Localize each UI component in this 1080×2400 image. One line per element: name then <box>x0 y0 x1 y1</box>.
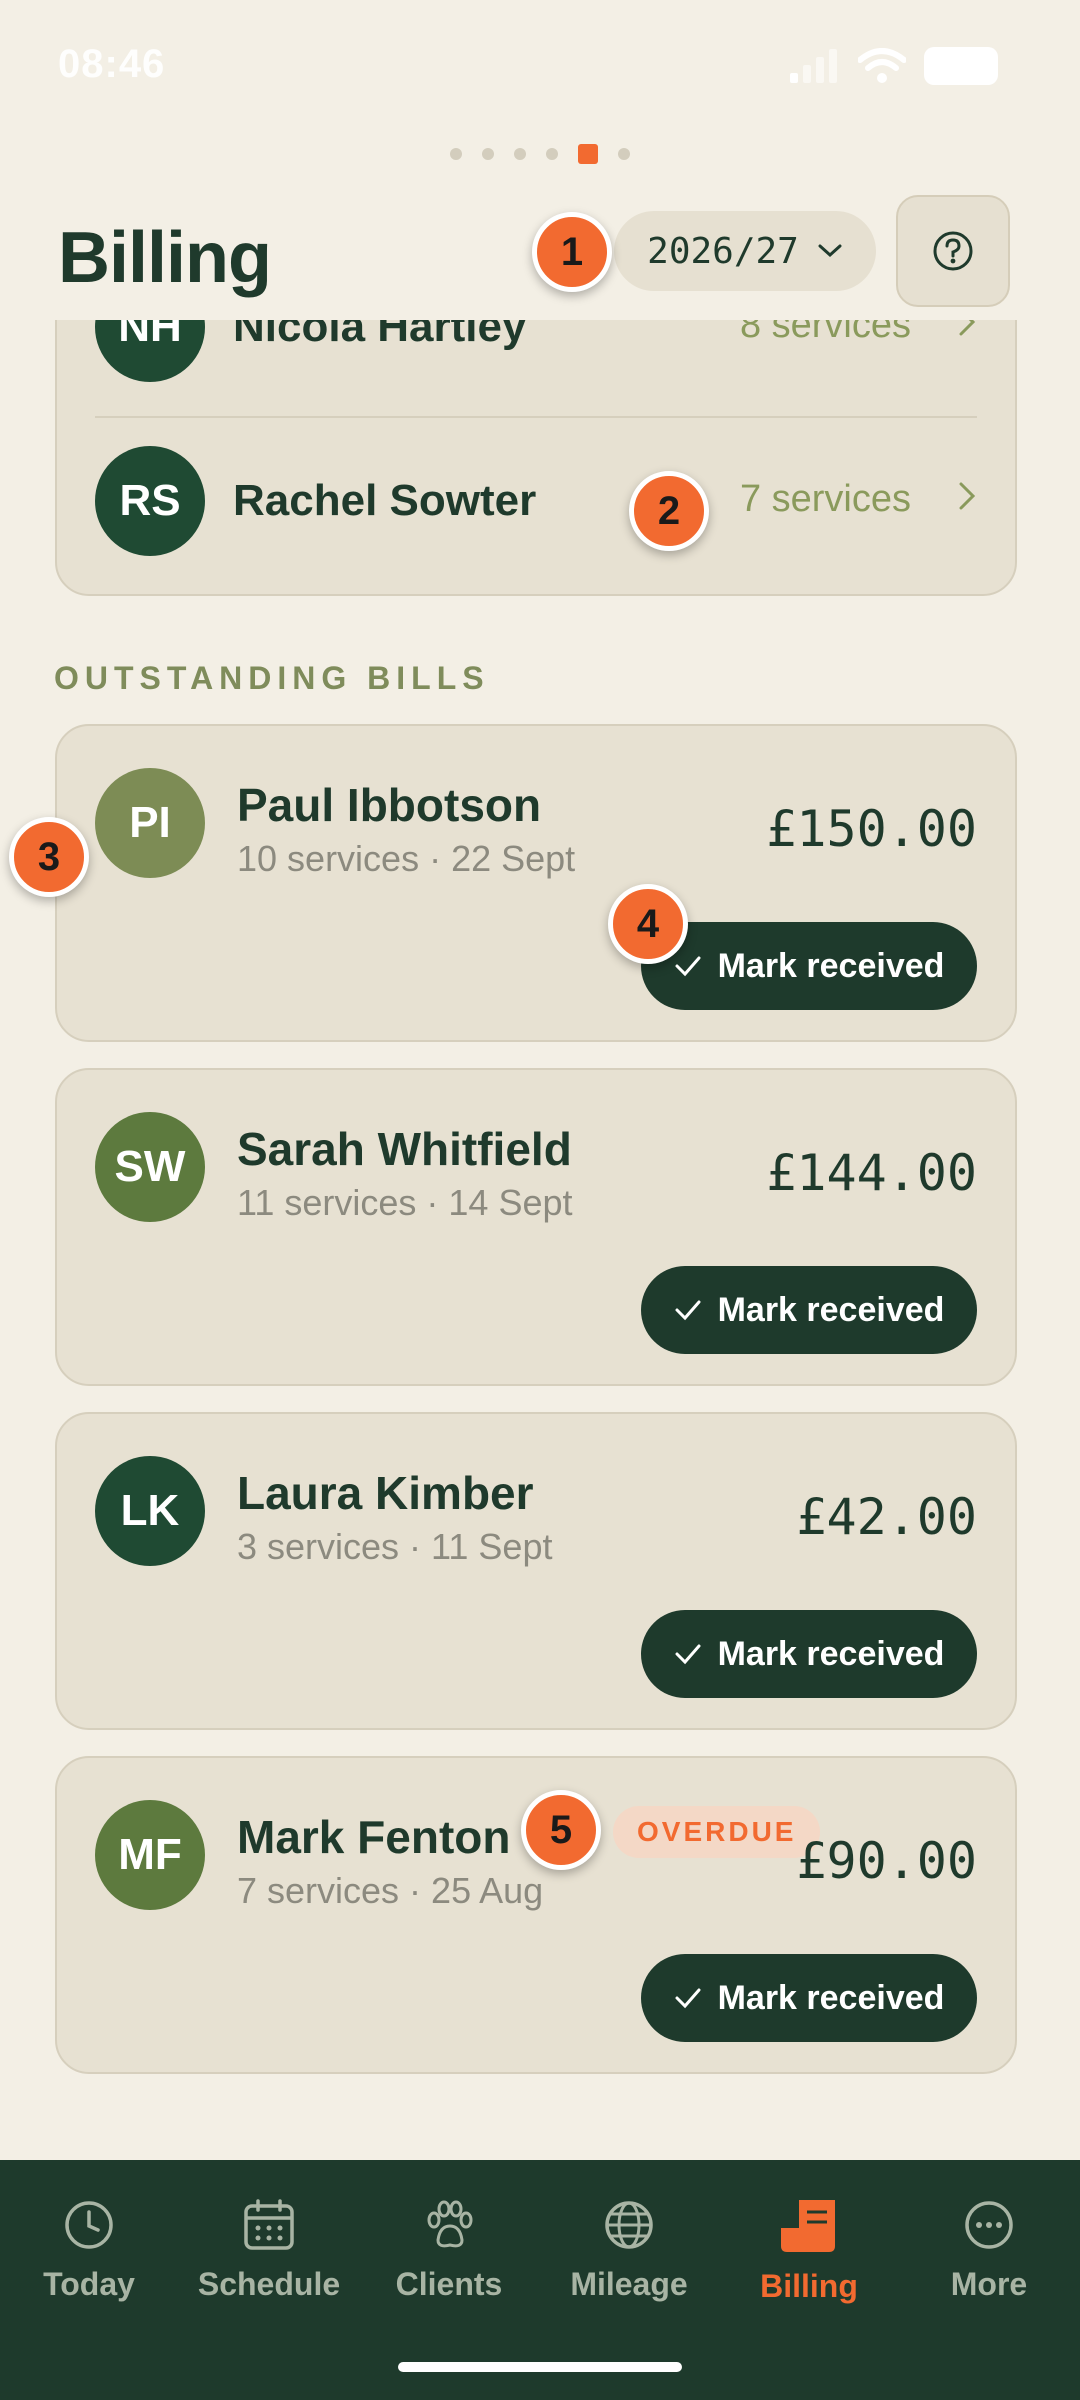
services-count: 8 services <box>739 320 911 346</box>
client-name: Rachel Sowter <box>233 476 537 525</box>
page-title: Billing <box>58 218 272 298</box>
client-name: Paul Ibbotson <box>237 779 542 831</box>
home-indicator <box>398 2362 682 2372</box>
bill-amount: £150.00 <box>766 800 977 858</box>
page-indicator <box>0 144 1080 164</box>
chevron-down-icon <box>818 244 842 258</box>
bill-card: LK Laura Kimber 3 services · 11 Sept £42… <box>55 1412 1017 1730</box>
mark-received-button[interactable]: Mark received <box>641 922 977 1010</box>
avatar: NH <box>95 320 205 382</box>
nav-item-today[interactable]: Today <box>4 2198 174 2338</box>
bill-amount: £144.00 <box>766 1144 977 1202</box>
mark-received-button[interactable]: Mark received <box>641 1954 977 2042</box>
chevron-right-icon <box>959 320 976 336</box>
help-button[interactable] <box>896 195 1010 307</box>
nav-label: Mileage <box>570 2266 688 2302</box>
client-name: Laura Kimber <box>237 1467 534 1519</box>
client-name: Nicola Hartley <box>233 320 527 351</box>
wifi-icon <box>858 48 906 83</box>
clients-summary-card: NH Nicola Hartley 8 services RS Rachel S… <box>55 320 1017 596</box>
bill-card: SW Sarah Whitfield 11 services · 14 Sept… <box>55 1068 1017 1386</box>
client-row[interactable]: RS Rachel Sowter 7 services <box>57 416 1015 586</box>
mark-received-button[interactable]: Mark received <box>641 1610 977 1698</box>
annotation-marker: 4 <box>608 884 688 964</box>
page-dot <box>618 148 630 160</box>
page-dot-active <box>578 144 598 164</box>
annotation-marker: 1 <box>532 212 612 292</box>
globe-icon <box>605 2201 653 2249</box>
check-icon <box>675 1300 701 1321</box>
avatar: MF <box>95 1800 205 1910</box>
client-name: Mark Fenton <box>237 1811 511 1863</box>
clock-icon <box>65 2201 113 2249</box>
avatar: SW <box>95 1112 205 1222</box>
calendar-icon <box>244 2199 294 2250</box>
bill-amount: £90.00 <box>796 1832 977 1890</box>
section-label-outstanding: OUTSTANDING BILLS <box>54 660 490 696</box>
page-dot <box>450 148 462 160</box>
billing-content[interactable]: NH Nicola Hartley 8 services RS Rachel S… <box>0 320 1080 2160</box>
overdue-badge: OVERDUE <box>613 1806 821 1858</box>
check-icon <box>675 956 701 977</box>
avatar: PI <box>95 768 205 878</box>
nav-item-billing[interactable]: Billing <box>724 2198 894 2338</box>
nav-label: More <box>950 2266 1028 2302</box>
client-row[interactable]: NH Nicola Hartley 8 services <box>57 320 1015 412</box>
mark-received-button[interactable]: Mark received <box>641 1266 977 1354</box>
bill-meta: 7 services · 25 Aug <box>237 1870 544 1911</box>
tax-year-value: 2026/27 <box>647 230 799 272</box>
status-time: 08:46 <box>58 42 166 86</box>
annotation-marker: 3 <box>9 817 89 897</box>
annotation-marker: 5 <box>521 1790 601 1870</box>
annotation-marker: 2 <box>629 471 709 551</box>
client-name: Sarah Whitfield <box>237 1123 572 1175</box>
nav-item-more[interactable]: More <box>904 2198 1074 2338</box>
mark-received-label: Mark received <box>717 1978 945 2017</box>
page-dot <box>514 148 526 160</box>
avatar: RS <box>95 446 205 556</box>
check-icon <box>675 1988 701 2009</box>
mark-received-label: Mark received <box>717 1290 945 1329</box>
signal-icon <box>790 49 837 83</box>
battery-icon <box>924 47 998 85</box>
services-count: 7 services <box>739 478 911 520</box>
status-icons <box>790 46 1002 86</box>
avatar: LK <box>95 1456 205 1566</box>
nav-label: Billing <box>760 2268 858 2304</box>
mark-received-label: Mark received <box>717 946 945 985</box>
nav-item-schedule[interactable]: Schedule <box>184 2198 354 2338</box>
bill-amount: £42.00 <box>796 1488 977 1546</box>
bill-card: PI Paul Ibbotson 10 services · 22 Sept £… <box>55 724 1017 1042</box>
mark-received-label: Mark received <box>717 1634 945 1673</box>
more-icon <box>965 2201 1013 2249</box>
page-dot <box>546 148 558 160</box>
nav-label: Schedule <box>197 2266 341 2302</box>
nav-item-clients[interactable]: Clients <box>364 2198 534 2338</box>
chevron-right-icon <box>959 482 976 510</box>
paw-icon <box>427 2200 473 2248</box>
nav-label: Today <box>43 2266 135 2302</box>
help-icon <box>933 231 973 271</box>
bill-meta: 11 services · 14 Sept <box>237 1182 573 1223</box>
page-dot <box>482 148 494 160</box>
check-icon <box>675 1644 701 1665</box>
nav-label: Clients <box>395 2266 503 2302</box>
nav-item-mileage[interactable]: Mileage <box>544 2198 714 2338</box>
bill-meta: 3 services · 11 Sept <box>237 1526 553 1567</box>
bill-meta: 10 services · 22 Sept <box>237 838 576 879</box>
status-bar: 08:46 <box>0 0 1080 136</box>
tax-year-select[interactable]: 2026/27 <box>614 211 876 291</box>
receipt-icon <box>781 2200 835 2252</box>
